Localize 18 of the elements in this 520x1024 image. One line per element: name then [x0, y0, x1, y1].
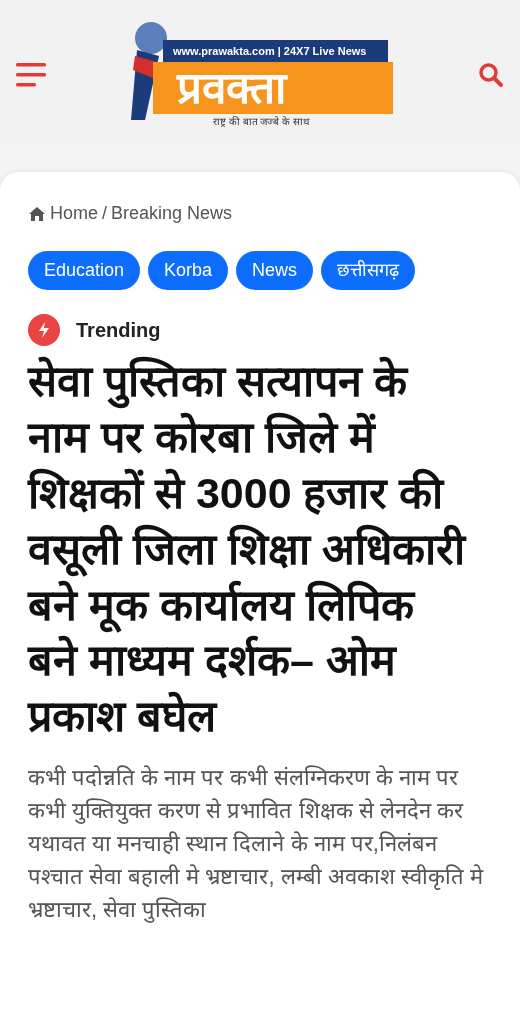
- category-tag[interactable]: Korba: [148, 251, 229, 290]
- logo-url: www.prawakta.com | 24X7 Live News: [163, 40, 388, 62]
- breadcrumb-separator: /: [102, 202, 108, 225]
- breadcrumb-link[interactable]: Home: [50, 200, 98, 227]
- lightning-icon: [28, 314, 60, 346]
- breadcrumb-current: Breaking News: [111, 202, 233, 225]
- logo-name: प्रवक्ता: [153, 62, 393, 114]
- home-icon: [28, 205, 46, 222]
- menu-icon[interactable]: [16, 63, 48, 87]
- search-icon[interactable]: [478, 62, 504, 88]
- article-excerpt: कभी पदोन्नति के नाम पर कभी संलग्निकरण के नाम पर कभी युक्तियुक्त करण से प्रभावित शिक्षक से लेनदेन कर यथावत या मनचाही स्थान दिलाने के नाम पर,निलंबन पश्चात सेवा बहाली मे भ्रष्टाचार, लम्बी अवकाश स्वीकृति मे भ्रष्टाचार, सेवा पुस्तिका: [28, 764, 485, 925]
- category-tag[interactable]: Education: [28, 251, 141, 290]
- article-headline: सेवा पुस्तिका सत्यापन के नाम पर कोरबा जिले में शिक्षकों से 3000 हजार की वसूली जिला शिक्षा अधिकारी बने मूक कार्यालय लिपिक बने माध्यम दर्शक– ओम प्रकाश बघेल: [28, 355, 468, 743]
- logo-tagline: राष्ट्र की बात जज्बे के साथ: [213, 115, 309, 129]
- site-logo[interactable]: www.prawakta.com | 24X7 Live News प्रवक्ता राष्ट्र की बात जज्बे के साथ: [123, 20, 403, 130]
- category-tag[interactable]: छत्तीसगढ़: [321, 251, 416, 290]
- category-tag[interactable]: News: [236, 251, 314, 290]
- trending-label: Trending: [76, 318, 161, 343]
